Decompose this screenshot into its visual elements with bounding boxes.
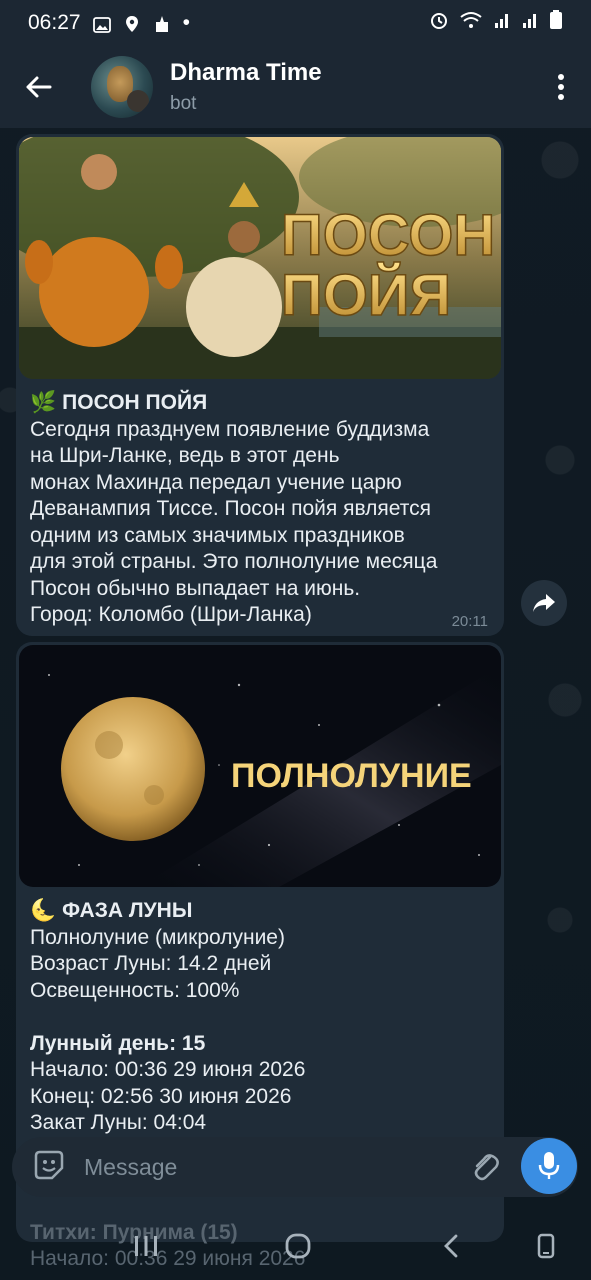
message-input[interactable]: Message [84, 1154, 177, 1181]
message-input-bar: Message [12, 1137, 578, 1197]
image-text-line-1: ПОСОН [281, 203, 495, 268]
message-line: Город: Коломбо (Шри-Ланка) [30, 603, 312, 626]
phone-rotate-icon [537, 1233, 555, 1259]
herb-icon: 🌿 [30, 391, 57, 414]
status-dot: • [182, 11, 190, 34]
message-time: 20:11 [451, 613, 488, 630]
full-moon-image[interactable]: ПОЛНОЛУНИЕ [19, 645, 501, 887]
sticker-icon [34, 1150, 64, 1179]
home-button[interactable] [284, 1232, 312, 1260]
moon-icon: 🌜 [30, 899, 57, 922]
chevron-left-icon [444, 1234, 458, 1258]
message-line: Деванампия Тиссе. Посон пойя является [30, 497, 432, 520]
image-text-line-2: ПОЙЯ [281, 263, 451, 328]
battery-icon [549, 10, 563, 36]
temple-icon [153, 15, 171, 32]
chat-title: Dharma Time [170, 59, 322, 86]
alarm-icon [429, 10, 449, 36]
share-button[interactable] [521, 580, 567, 626]
message-line: Конец: 02:56 30 июня 2026 [30, 1084, 292, 1108]
message-line: Полнолуние (микролуние) [30, 925, 285, 949]
message-line: Посон обычно выпадает на июнь. [30, 576, 361, 600]
chat-title-block[interactable]: Dharma Time bot [170, 59, 322, 115]
message-text: 🌿 ПОСОН ПОЙЯ Сегодня празднуем появление… [30, 390, 490, 629]
back-button[interactable] [0, 46, 76, 128]
more-menu-button[interactable] [531, 46, 591, 128]
chat-header: Dharma Time bot [0, 46, 591, 128]
system-nav-bar [0, 1212, 591, 1280]
message-line: Закат Луны: 04:04 [30, 1111, 207, 1134]
record-voice-button[interactable] [521, 1138, 577, 1194]
message-line: монах Махинда передал учение царю [30, 470, 402, 494]
message-line: Возраст Луны: 14.2 дней [30, 952, 272, 975]
wifi-icon [459, 11, 483, 35]
status-bar: 06:27 • [0, 0, 591, 46]
message-text: 🌜 ФАЗА ЛУНЫ Полнолуние (микролуние) Возр… [30, 898, 490, 1137]
message-bubble[interactable]: ПОСОН ПОЙЯ 🌿 ПОСОН ПОЙЯ Сегодня празднуе… [16, 134, 504, 636]
home-icon [285, 1233, 311, 1259]
chat-subtitle: bot [170, 93, 197, 114]
status-time: 06:27 [28, 11, 81, 34]
sticker-button[interactable] [32, 1148, 66, 1187]
message-line: одним из самых значимых праздников [30, 523, 405, 547]
message-line: Освещенность: 100% [30, 978, 240, 1002]
signal-icon-1 [493, 11, 511, 35]
share-icon [533, 594, 555, 612]
gallery-icon [92, 15, 111, 33]
recent-apps-button[interactable] [132, 1232, 160, 1260]
recent-apps-icon [135, 1236, 157, 1256]
microphone-icon [538, 1152, 560, 1179]
message-line: для этой страны. Это полнолуние месяца [30, 550, 438, 573]
bot-avatar[interactable] [91, 56, 153, 118]
lunar-day-heading: Лунный день: 15 [30, 1031, 206, 1055]
message-heading: ПОСОН ПОЙЯ [62, 391, 208, 414]
arrow-left-icon [26, 76, 52, 98]
paperclip-icon [474, 1154, 499, 1181]
nav-back-button[interactable] [438, 1232, 466, 1260]
poson-poya-image[interactable]: ПОСОН ПОЙЯ [19, 137, 501, 379]
message-line: Сегодня празднуем появление буддизма [30, 417, 430, 441]
message-line: Начало: 00:36 29 июня 2026 [30, 1058, 306, 1081]
rotate-button[interactable] [532, 1232, 560, 1260]
image-title: ПОЛНОЛУНИЕ [231, 757, 472, 795]
message-line: на Шри-Ланке, ведь в этот день [30, 444, 340, 467]
attach-button[interactable] [468, 1149, 504, 1185]
signal-icon-2 [521, 11, 539, 35]
location-icon [123, 15, 141, 32]
more-vertical-icon [558, 74, 564, 100]
message-heading: ФАЗА ЛУНЫ [62, 899, 193, 922]
